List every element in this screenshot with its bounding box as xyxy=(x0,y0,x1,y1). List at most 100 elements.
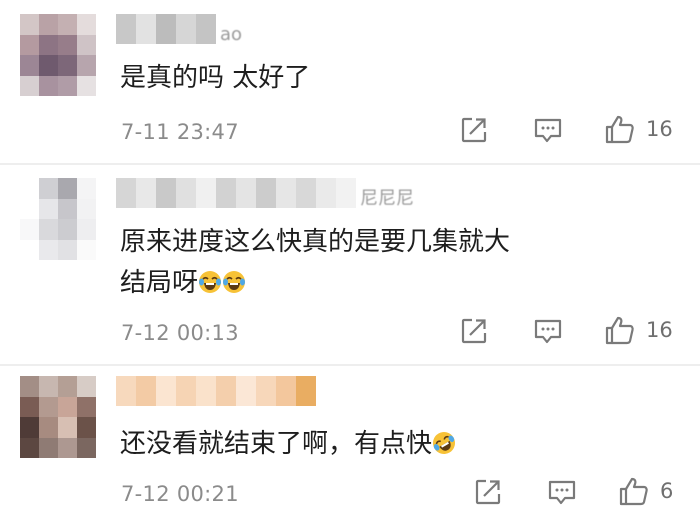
comment-time: 7-11 23:47 xyxy=(121,120,239,144)
comment-text-line: 是真的吗 太好了 xyxy=(120,63,311,93)
username-mosaic-cell xyxy=(296,178,316,208)
username-mosaic-cell xyxy=(136,376,156,406)
avatar-mosaic-cell xyxy=(39,198,58,219)
share-button[interactable] xyxy=(460,317,488,345)
comment-text-line: 结局呀 xyxy=(120,268,199,298)
username-mosaic-cell xyxy=(236,178,256,208)
avatar[interactable] xyxy=(20,14,96,96)
avatar-mosaic-cell xyxy=(58,75,77,96)
username-mosaic-cell xyxy=(256,376,276,406)
avatar-mosaic-cell xyxy=(20,417,39,438)
avatar-mosaic-cell xyxy=(39,437,58,458)
like-button[interactable]: 16 xyxy=(604,314,673,346)
share-icon xyxy=(461,318,487,344)
like-count: 6 xyxy=(660,479,674,503)
avatar-mosaic-cell xyxy=(20,376,39,397)
comment-text: 是真的吗 太好了 xyxy=(120,58,310,99)
username-mosaic-cell xyxy=(156,376,176,406)
thumbs-up-icon xyxy=(605,316,634,345)
username-mosaic-cell xyxy=(116,178,136,208)
face-with-tears-of-joy-icon xyxy=(223,271,246,293)
rolling-on-the-floor-laughing-icon xyxy=(433,432,456,454)
username-mosaic-cell xyxy=(156,178,176,208)
username-mosaic-cell xyxy=(196,376,216,406)
avatar-mosaic-cell xyxy=(58,14,77,35)
divider xyxy=(0,364,700,366)
thumbs-up-icon xyxy=(619,477,648,506)
avatar-mosaic-cell xyxy=(58,376,77,397)
username-mosaic-cell xyxy=(276,376,296,406)
avatar-mosaic-cell xyxy=(39,239,58,260)
avatar-mosaic-cell xyxy=(58,239,77,260)
username-mosaic-cell xyxy=(116,376,136,406)
reply-button[interactable] xyxy=(547,479,577,507)
avatar[interactable] xyxy=(20,376,96,458)
avatar-mosaic-cell xyxy=(58,219,77,240)
username-mosaic-cell xyxy=(156,14,176,44)
comment-time: 7-12 00:13 xyxy=(121,321,239,345)
avatar-mosaic-cell xyxy=(20,239,39,260)
username-mosaic-cell xyxy=(216,178,236,208)
username-mosaic-cell xyxy=(116,14,136,44)
share-icon xyxy=(461,117,487,143)
avatar-mosaic-cell xyxy=(39,14,58,35)
username-mosaic-cell xyxy=(176,14,196,44)
avatar-mosaic-cell xyxy=(39,34,58,55)
avatar-mosaic-cell xyxy=(39,178,58,199)
avatar-mosaic-cell xyxy=(20,14,39,35)
avatar-mosaic-cell xyxy=(58,417,77,438)
avatar-mosaic-cell xyxy=(77,396,96,417)
username-mosaic-cell xyxy=(216,376,236,406)
avatar-mosaic-cell xyxy=(39,396,58,417)
username-mosaic-cell xyxy=(336,178,356,208)
divider xyxy=(0,163,700,165)
username-mosaic-cell xyxy=(256,178,276,208)
avatar-mosaic-cell xyxy=(77,75,96,96)
avatar-mosaic-cell xyxy=(58,437,77,458)
username-blurred[interactable]: 尼尼尼 xyxy=(116,178,414,208)
reply-button[interactable] xyxy=(533,318,563,346)
avatar-mosaic-cell xyxy=(20,75,39,96)
comment-icon xyxy=(534,118,562,143)
avatar-mosaic-cell xyxy=(20,55,39,76)
avatar-mosaic-cell xyxy=(39,75,58,96)
avatar-mosaic-cell xyxy=(20,219,39,240)
reply-button[interactable] xyxy=(533,117,563,145)
username-mosaic-cell xyxy=(236,376,256,406)
avatar-mosaic-cell xyxy=(58,55,77,76)
comment-text: 原来进度这么快真的是要几集就大 结局呀 xyxy=(120,222,510,304)
username-mosaic-cell xyxy=(316,178,336,208)
avatar-mosaic-cell xyxy=(77,239,96,260)
like-button[interactable]: 6 xyxy=(618,475,673,507)
username-blurred[interactable]: ao xyxy=(116,14,242,44)
username-mosaic-cell xyxy=(296,376,316,406)
thumbs-up-icon xyxy=(605,115,634,144)
share-button[interactable] xyxy=(460,116,488,144)
share-button[interactable] xyxy=(474,478,502,506)
avatar-mosaic-cell xyxy=(20,396,39,417)
avatar-mosaic-cell xyxy=(20,34,39,55)
avatar-mosaic-cell xyxy=(77,178,96,199)
comment-icon xyxy=(548,480,576,505)
avatar-mosaic-cell xyxy=(77,417,96,438)
comment-text-line: 原来进度这么快真的是要几集就大 xyxy=(120,227,511,257)
avatar-mosaic-cell xyxy=(20,198,39,219)
avatar-mosaic-cell xyxy=(39,376,58,397)
avatar-mosaic-cell xyxy=(58,198,77,219)
avatar-mosaic-cell xyxy=(58,178,77,199)
username-mosaic-cell xyxy=(196,178,216,208)
avatar-mosaic-cell xyxy=(77,376,96,397)
username-fragment: 尼尼尼 xyxy=(360,188,414,208)
avatar-mosaic-cell xyxy=(77,34,96,55)
like-count: 16 xyxy=(646,117,673,141)
like-button[interactable]: 16 xyxy=(604,113,673,145)
username-mosaic-cell xyxy=(176,178,196,208)
avatar-mosaic-cell xyxy=(77,198,96,219)
username-blurred[interactable] xyxy=(116,376,316,406)
avatar-mosaic-cell xyxy=(77,437,96,458)
username-mosaic-cell xyxy=(136,14,156,44)
comment-text-line: 还没看就结束了啊，有点快 xyxy=(120,429,433,459)
username-mosaic-cell xyxy=(176,376,196,406)
avatar[interactable] xyxy=(20,178,96,260)
comment-text-line-with-emoji: 结局呀 xyxy=(120,263,510,304)
